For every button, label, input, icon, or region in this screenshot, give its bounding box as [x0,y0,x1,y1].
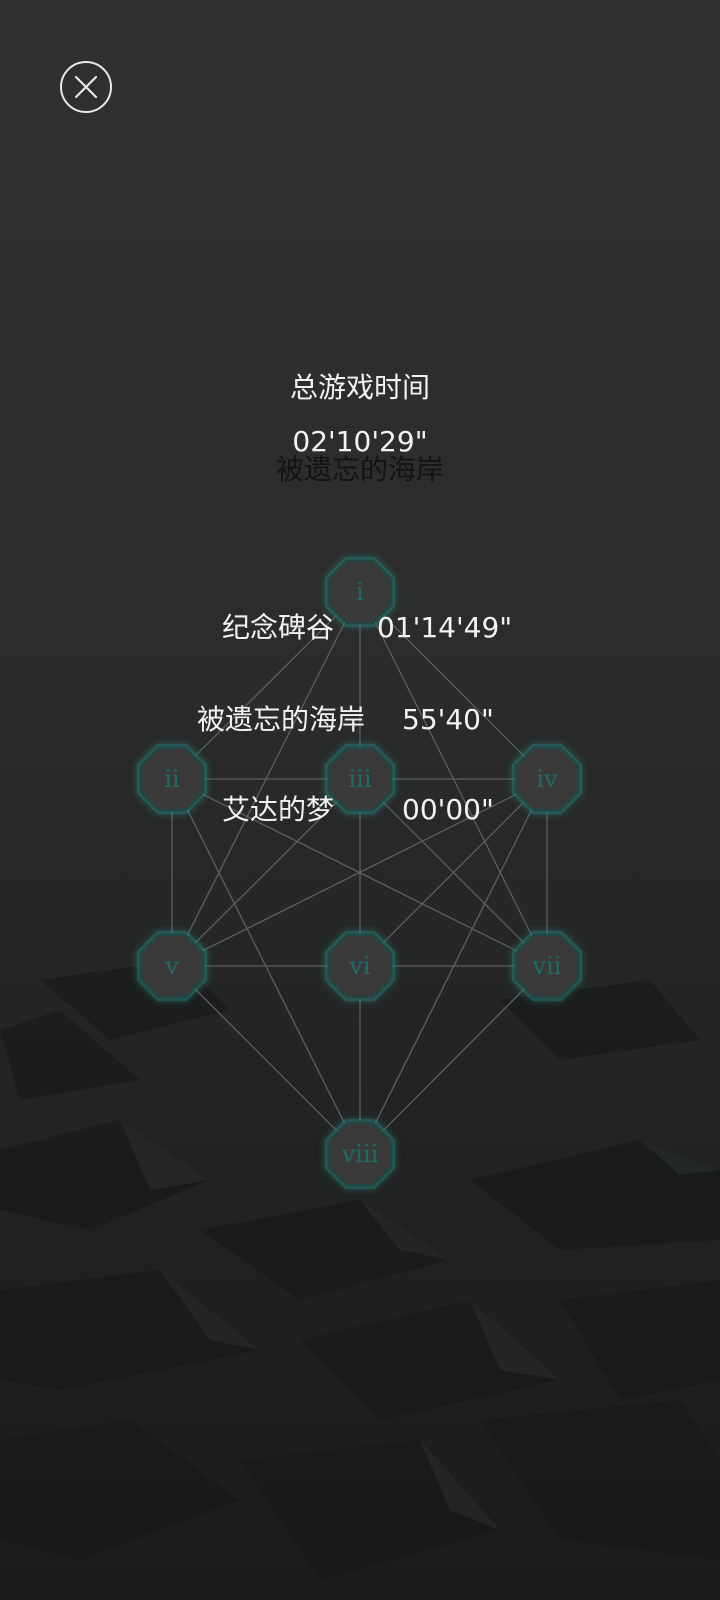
close-button[interactable] [60,61,112,113]
level-node-label: v [164,952,179,980]
chapter-time: 01'14'49" [377,611,513,644]
level-node-label: iii [348,765,371,793]
chapter-name: 艾达的梦 [221,793,334,826]
level-node-vii[interactable]: vii [511,930,583,1002]
chapter-name: 纪念碑谷 [221,611,334,644]
level-node-iv[interactable]: iv [511,743,583,815]
chapter-time: 55'40" [402,703,494,736]
level-graph: iii iii ivv vi viiviii [136,556,583,1190]
level-node-v[interactable]: v [136,930,208,1002]
level-node-label: iv [536,765,558,793]
level-node-viii[interactable]: viii [324,1118,396,1190]
level-node-label: ii [164,765,180,793]
level-node-ii[interactable]: ii [136,743,208,815]
total-time-value: 02'10'29" [292,425,428,458]
level-node-label: vi [348,952,371,980]
level-node-vi[interactable]: vi [324,930,396,1002]
current-chapter-title: 被遗忘的海岸 [275,453,444,486]
close-icon [74,75,98,99]
graph-edges [171,591,548,1155]
level-node-label: vii [532,952,562,980]
level-node-iii[interactable]: iii [324,743,396,815]
chapter-name: 被遗忘的海岸 [196,703,365,736]
chapter-time: 00'00" [402,793,494,826]
level-node-label: i [356,578,364,606]
level-node-label: viii [341,1140,379,1168]
total-time-title: 总游戏时间 [289,371,430,404]
